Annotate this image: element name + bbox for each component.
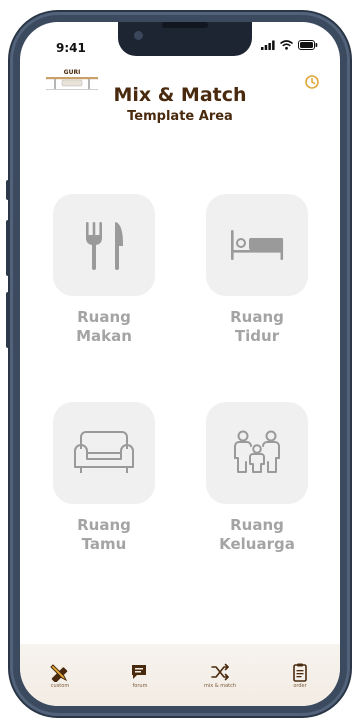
room-label: Ruang Tidur [230, 308, 284, 345]
battery-icon [298, 40, 318, 50]
room-tile-living[interactable] [53, 402, 155, 504]
wifi-icon [280, 40, 293, 50]
nav-item-forum[interactable]: forum [110, 662, 170, 689]
pencil-ruler-icon [50, 663, 68, 682]
nav-label: mix & match [203, 682, 237, 689]
nav-item-mix-match[interactable]: mix & match [190, 662, 250, 689]
page-subtitle: Template Area [127, 109, 233, 124]
side-button [6, 292, 10, 348]
page-title: Mix & Match [113, 84, 247, 106]
status-time: 9:41 [56, 41, 86, 55]
room-tile-family[interactable] [206, 402, 308, 504]
signal-icon [261, 40, 275, 50]
nav-label: order [293, 682, 307, 689]
app-screen: 9:41 GURI Mix & Match Template Area Ruan… [20, 22, 340, 706]
bed-icon [231, 230, 284, 260]
dining-icon [86, 222, 123, 270]
room-tile-bedroom[interactable] [206, 194, 308, 296]
clipboard-icon [293, 663, 307, 682]
logo-text: GURI [64, 69, 81, 76]
room-label: Ruang Keluarga [219, 516, 295, 553]
bottom-nav: custom forum mix & match order [20, 644, 340, 706]
chat-icon [132, 664, 146, 679]
nav-item-custom[interactable]: custom [30, 662, 90, 689]
room-label: Ruang Makan [76, 308, 132, 345]
status-icons [261, 40, 318, 50]
sofa-icon [74, 431, 134, 473]
mix-match-icon [211, 663, 229, 680]
room-label: Ruang Tamu [77, 516, 131, 553]
history-icon[interactable] [304, 74, 320, 90]
camera [134, 31, 143, 40]
family-icon [234, 430, 280, 473]
nav-label: forum [132, 682, 148, 689]
notch [118, 22, 252, 56]
side-button [6, 220, 10, 276]
nav-label: custom [50, 682, 70, 689]
speaker [162, 22, 208, 28]
side-button [6, 180, 10, 200]
nav-item-order[interactable]: order [270, 662, 330, 689]
room-tile-dining[interactable] [53, 194, 155, 296]
